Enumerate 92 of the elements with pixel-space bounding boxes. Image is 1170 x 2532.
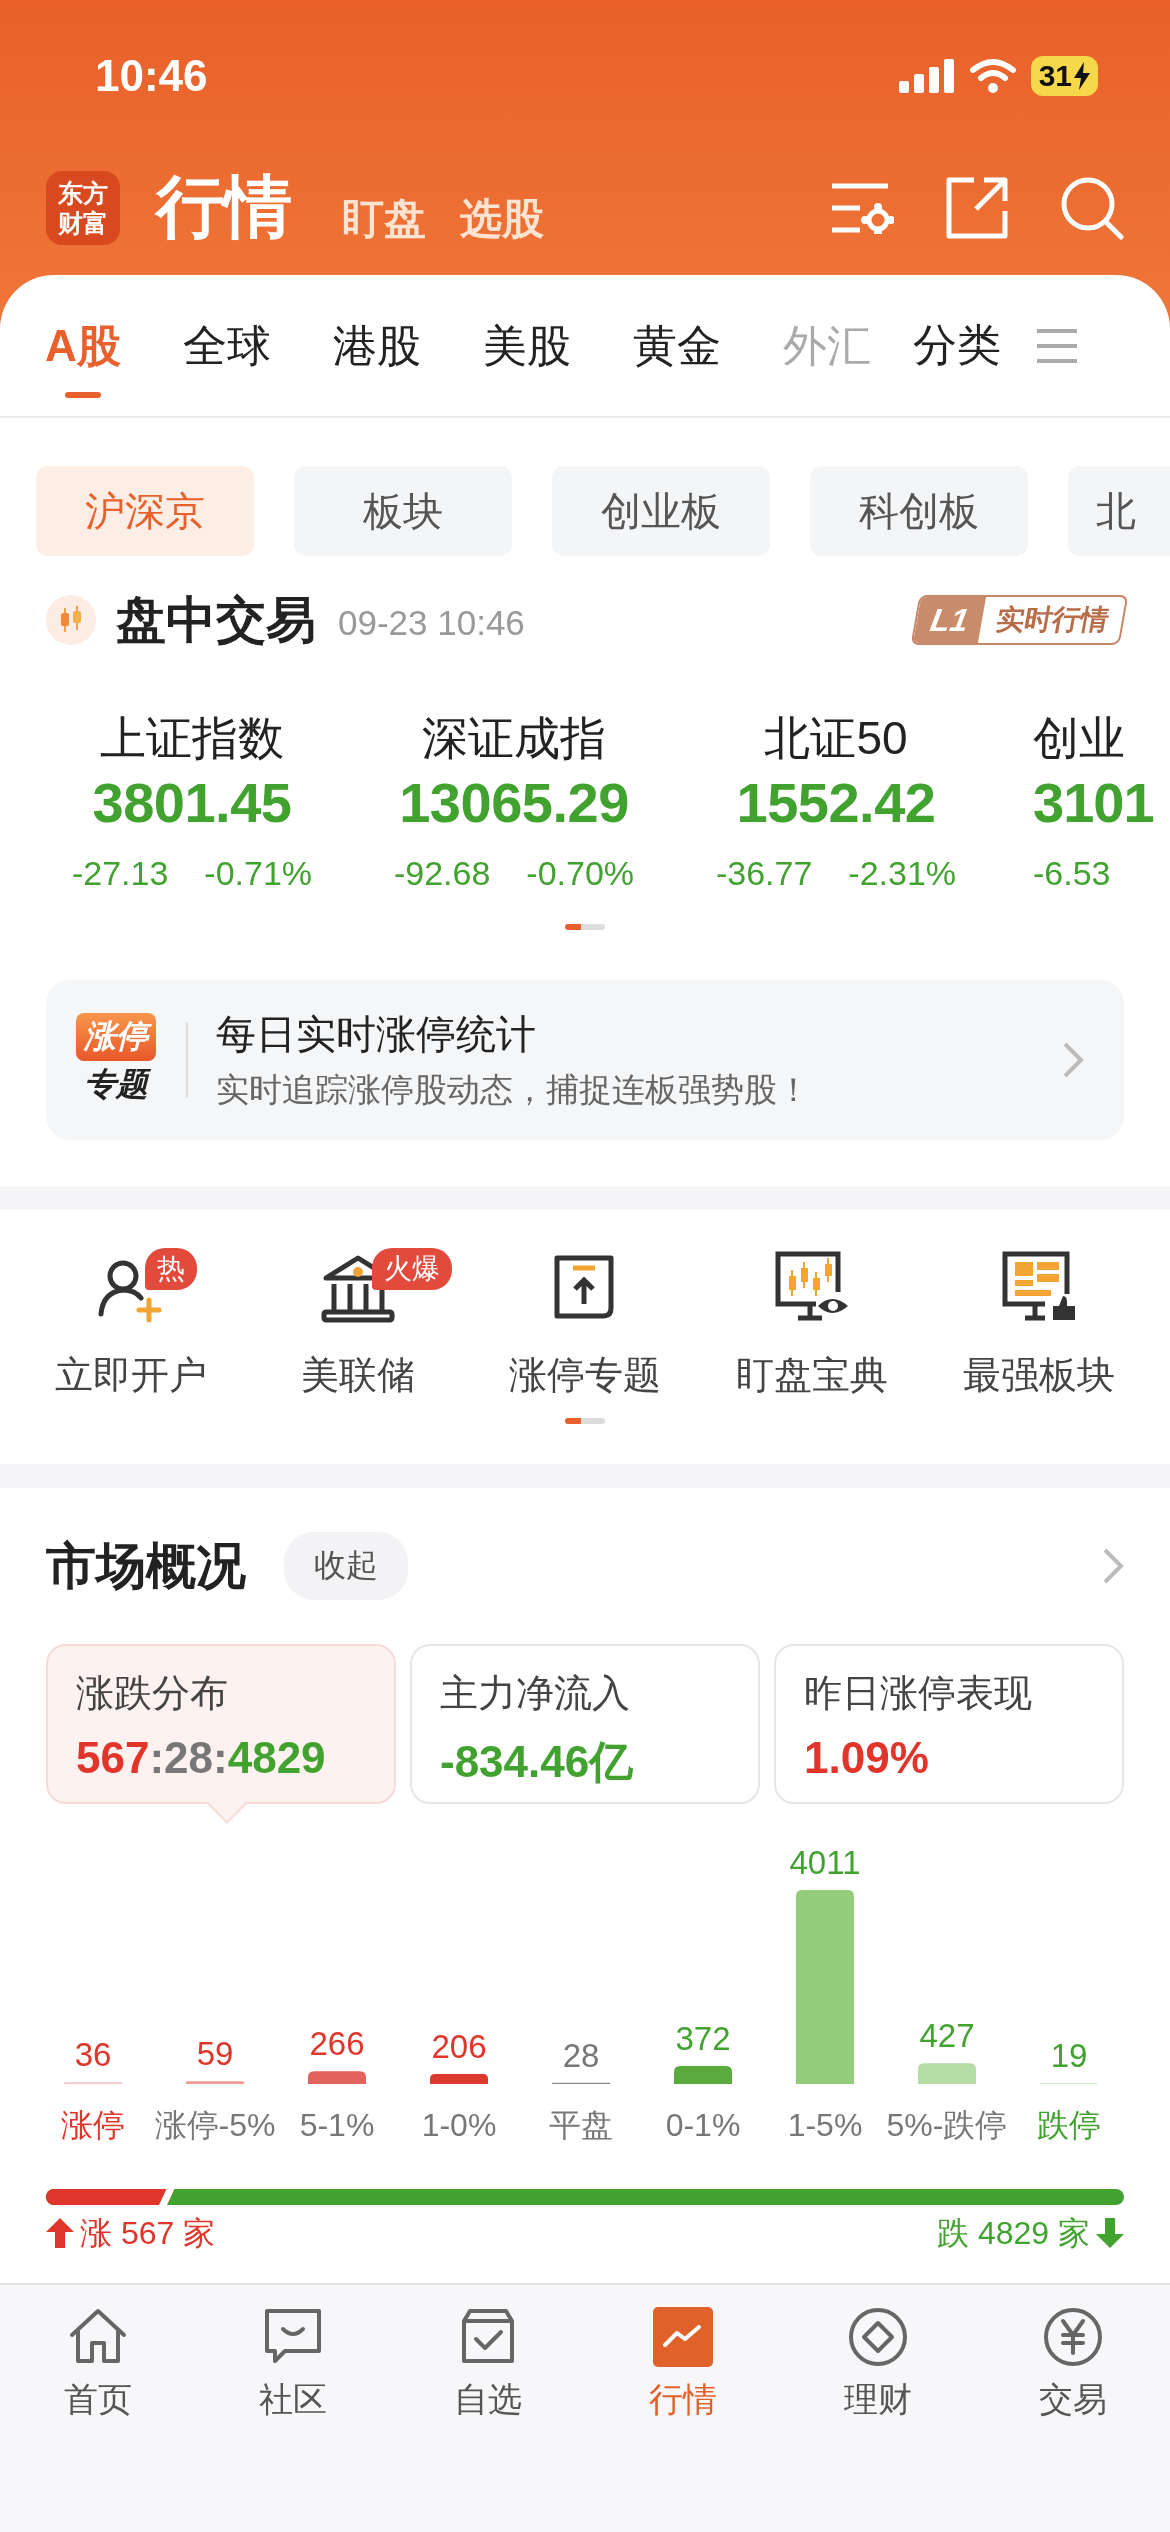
bar-label: 0-1% <box>665 2107 741 2143</box>
hot-badge: 热 <box>145 1248 197 1290</box>
market-chip[interactable]: 板块 <box>294 466 512 556</box>
index-name[interactable]: 创业 <box>1033 708 1125 768</box>
shortcut-item[interactable]: 最强板块 <box>962 1248 1115 1400</box>
share-icon[interactable] <box>946 176 1008 239</box>
app-logo[interactable]: 东方财富 <box>46 170 120 245</box>
index-percent: -0.70% <box>526 853 635 894</box>
candlestick-icon <box>46 595 96 645</box>
bar-value: 59 <box>196 2035 234 2073</box>
session-time: 09-23 10:46 <box>338 603 525 643</box>
market-chip[interactable]: 创业板 <box>552 466 770 556</box>
search-icon[interactable] <box>1060 175 1124 240</box>
menu-icon[interactable] <box>1036 327 1077 364</box>
shortcut-item[interactable]: 盯盘宝典 <box>735 1248 888 1400</box>
bar-value: 372 <box>675 2020 731 2057</box>
badge-text: 实时行情 <box>992 603 1112 637</box>
stat-value: -834.46亿 <box>440 1736 635 1788</box>
list-settings-icon[interactable] <box>830 181 894 234</box>
bar-value: 427 <box>919 2017 975 2055</box>
index-percent: -2.31% <box>848 853 957 894</box>
bar-value: 206 <box>431 2028 487 2066</box>
nav-tab[interactable]: 首页 <box>0 2305 195 2423</box>
bar-label: 涨停-5% <box>154 2107 276 2143</box>
arrow-up-icon <box>46 2218 74 2248</box>
index-change: -6.53 <box>1033 853 1111 894</box>
stat-value: 1.09% <box>804 1733 930 1783</box>
chevron-right-icon <box>1062 1041 1084 1079</box>
market-chip[interactable]: 北 <box>1068 466 1170 556</box>
stat-title: 昨日涨停表现 <box>804 1671 1033 1716</box>
section-title: 市场概况 <box>46 1536 246 1596</box>
nav-tab[interactable]: 社区 <box>195 2305 390 2423</box>
bar-label: 平盘 <box>549 2107 613 2143</box>
nav-tab[interactable]: 交易 <box>975 2305 1170 2423</box>
arrow-down-icon <box>1096 2218 1124 2248</box>
session-title: 盘中交易 <box>116 590 316 650</box>
index-name[interactable]: 上证指数 <box>100 708 284 768</box>
stat-title: 涨跌分布 <box>76 1671 229 1716</box>
collapse-button[interactable]: 收起 <box>284 1532 408 1600</box>
page-title: 行情 <box>156 167 292 246</box>
stat-value: 567:28:4829 <box>76 1733 327 1783</box>
bar-label: 涨停 <box>61 2107 125 2143</box>
wifi-icon <box>968 58 1017 94</box>
stat-card[interactable]: 主力净流入 -834.46亿 <box>410 1644 760 1804</box>
signal-icon <box>898 59 955 93</box>
bar-value: 266 <box>309 2025 365 2063</box>
quote-badge[interactable]: L1 实时行情 <box>910 595 1129 645</box>
chevron-right-icon[interactable] <box>1102 1547 1124 1585</box>
market-tab[interactable]: 美股 <box>482 292 571 399</box>
scroll-indicator <box>565 924 605 930</box>
index-value: 3801.45 <box>92 770 292 836</box>
index-value: 3101 <box>1033 770 1154 836</box>
battery-level: 31 <box>1038 59 1072 93</box>
index-value: 13065.29 <box>399 770 629 836</box>
promo-subtitle: 实时追踪涨停股动态，捕捉连板强势股！ <box>216 1070 810 1110</box>
index-name[interactable]: 北证50 <box>764 708 908 768</box>
market-tab[interactable]: 黄金 <box>632 292 721 399</box>
index-change: -36.77 <box>715 853 813 894</box>
bar-label: 5%-跌停 <box>886 2107 1008 2143</box>
bar-value: 4011 <box>789 1844 861 1881</box>
hot-badge: 火爆 <box>372 1248 452 1290</box>
scroll-indicator <box>565 1418 605 1424</box>
line-chart-icon <box>650 2305 715 2369</box>
index-percent: -0.71% <box>204 853 313 894</box>
bar-label: 5-1% <box>299 2107 375 2143</box>
promo-title: 每日实时涨停统计 <box>216 1011 537 1058</box>
promo-banner[interactable]: 涨停 专题 每日实时涨停统计 实时追踪涨停股动态，捕捉连板强势股！ <box>46 980 1124 1140</box>
bar-label: 跌停 <box>1037 2107 1101 2143</box>
market-tab[interactable]: 港股 <box>332 292 421 399</box>
nav-tab[interactable]: 理财 <box>780 2305 975 2423</box>
bar-value: 28 <box>562 2036 600 2074</box>
index-name[interactable]: 深证成指 <box>422 708 606 768</box>
index-change: -27.13 <box>71 853 169 894</box>
shortcut-item[interactable]: 涨停专题 <box>508 1248 661 1400</box>
stat-title: 主力净流入 <box>440 1671 631 1716</box>
bolt-icon <box>1074 62 1090 90</box>
index-change: -92.68 <box>393 853 491 894</box>
bar-label: 1-5% <box>787 2107 863 2143</box>
nav-tab[interactable]: 自选 <box>390 2305 585 2423</box>
badge-level: L1 <box>912 597 987 643</box>
category-button[interactable]: 分类 <box>912 316 1001 375</box>
status-time: 10:46 <box>95 50 208 102</box>
market-tab[interactable]: 全球 <box>182 292 271 399</box>
market-chip[interactable]: 科创板 <box>810 466 1028 556</box>
rise-count: 涨 567 家 <box>80 2214 216 2253</box>
logo-text: 涨停 <box>76 1013 156 1061</box>
bar-value: 36 <box>74 2036 112 2074</box>
fall-count: 跌 4829 家 <box>937 2214 1090 2253</box>
stat-card[interactable]: 昨日涨停表现 1.09% <box>774 1644 1124 1804</box>
bar-label: 1-0% <box>421 2107 497 2143</box>
bar-value: 19 <box>1050 2037 1088 2075</box>
index-value: 1552.42 <box>736 770 936 836</box>
